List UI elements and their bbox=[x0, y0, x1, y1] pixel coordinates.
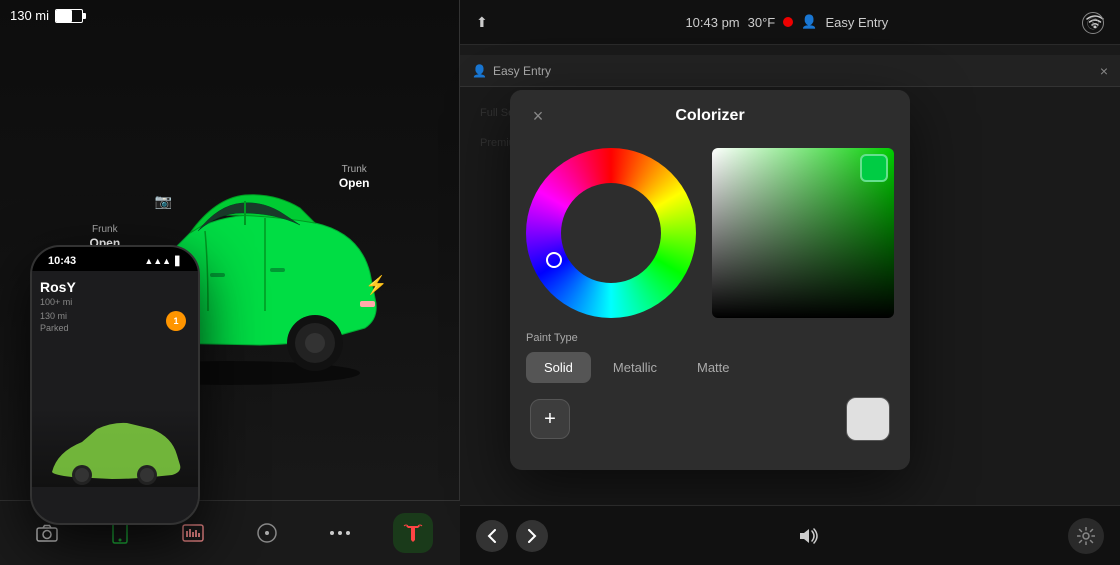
paint-type-section: Paint Type Solid Metallic Matte bbox=[526, 332, 894, 383]
back-button[interactable] bbox=[476, 520, 508, 552]
volume-control[interactable] bbox=[796, 526, 820, 546]
right-bottom-bar bbox=[460, 505, 1120, 565]
easy-entry-banner: 👤 Easy Entry × bbox=[460, 55, 1120, 87]
taskbar-tesla[interactable] bbox=[393, 513, 433, 553]
mileage-text: 130 mi bbox=[10, 8, 49, 23]
white-color-swatch[interactable] bbox=[846, 397, 890, 441]
color-pickers-row bbox=[526, 148, 894, 318]
colorizer-dialog: × Colorizer bbox=[510, 90, 910, 470]
trunk-text-line1: Trunk bbox=[339, 163, 370, 176]
easy-entry-close[interactable]: × bbox=[1100, 63, 1108, 79]
dialog-bottom-row: + bbox=[526, 397, 894, 441]
easy-entry-text: 👤 Easy Entry bbox=[472, 64, 551, 78]
forward-button[interactable] bbox=[516, 520, 548, 552]
music-icon bbox=[182, 523, 204, 543]
paint-btn-solid[interactable]: Solid bbox=[526, 352, 591, 383]
dialog-body: Paint Type Solid Metallic Matte + bbox=[510, 138, 910, 457]
temp-text: 30°F bbox=[748, 15, 776, 30]
nav-arrows bbox=[476, 520, 548, 552]
left-panel: 130 mi bbox=[0, 0, 460, 565]
dialog-title: Colorizer bbox=[550, 107, 870, 125]
frunk-text-line1: Frunk bbox=[90, 223, 121, 236]
trunk-label[interactable]: Trunk Open bbox=[339, 163, 370, 192]
upload-icon: ⬆ bbox=[476, 14, 488, 31]
saturation-picker[interactable] bbox=[712, 148, 894, 318]
phone-time: 10:43 bbox=[48, 255, 76, 267]
paint-type-label: Paint Type bbox=[526, 332, 894, 344]
taskbar-more[interactable] bbox=[320, 513, 360, 553]
color-wheel-inner bbox=[561, 183, 661, 283]
nav-icon bbox=[257, 523, 277, 543]
status-left: ⬆ bbox=[476, 14, 488, 31]
right-panel: ⬆ 10:43 pm 30°F 👤 Easy Entry ⓘ 👤 bbox=[460, 0, 1120, 565]
camera-icon bbox=[36, 524, 58, 542]
tesla-icon bbox=[402, 522, 424, 544]
dialog-close-button[interactable]: × bbox=[526, 104, 550, 128]
back-arrow bbox=[487, 529, 497, 543]
battery-icon bbox=[55, 9, 83, 23]
gear-icon bbox=[1077, 527, 1095, 545]
color-wheel-container[interactable] bbox=[526, 148, 696, 318]
more-icon bbox=[330, 530, 350, 536]
phone-car-thumbnail bbox=[32, 407, 198, 487]
status-bar-right: ⬆ 10:43 pm 30°F 👤 Easy Entry ⓘ bbox=[460, 0, 1120, 45]
person-icon: 👤 bbox=[801, 14, 817, 30]
wheel-selector bbox=[546, 252, 562, 268]
easy-entry-label: Easy Entry bbox=[493, 64, 551, 78]
notif-count: 1 bbox=[173, 316, 178, 326]
phone-content: RosY 100+ mi 130 mi Parked 1 bbox=[32, 271, 198, 517]
notification-badge: 1 bbox=[166, 311, 186, 331]
battery-fill bbox=[56, 10, 72, 22]
phone-signal-icon: ▲▲▲ bbox=[144, 256, 171, 266]
phone-app-name: RosY bbox=[40, 279, 190, 295]
person-icon-small: 👤 bbox=[472, 64, 487, 78]
svg-text:⚡: ⚡ bbox=[365, 274, 387, 296]
right-bottom-icons bbox=[1068, 518, 1104, 554]
phone-subtitle: 100+ mi bbox=[40, 297, 190, 307]
status-center: 10:43 pm 30°F 👤 Easy Entry bbox=[685, 14, 888, 30]
selected-color-swatch bbox=[860, 154, 888, 182]
phone-status-bar: 10:43 ▲▲▲ ▋ bbox=[32, 247, 198, 271]
paint-type-buttons: Solid Metallic Matte bbox=[526, 352, 894, 383]
volume-icon bbox=[796, 526, 820, 546]
dialog-header: × Colorizer bbox=[510, 90, 910, 138]
phone-overlay: 10:43 ▲▲▲ ▋ RosY 100+ mi 130 mi Parked 1 bbox=[30, 245, 200, 525]
info-button[interactable]: ⓘ bbox=[1082, 12, 1104, 34]
settings-button[interactable] bbox=[1068, 518, 1104, 554]
mode-text: Easy Entry bbox=[825, 15, 888, 30]
phone-battery-icon: ▋ bbox=[175, 256, 182, 267]
status-bar-left: 130 mi bbox=[10, 8, 449, 23]
phone-status-icons: ▲▲▲ ▋ bbox=[144, 256, 182, 267]
forward-arrow bbox=[527, 529, 537, 543]
trunk-text-line2: Open bbox=[339, 176, 370, 192]
color-wheel[interactable] bbox=[526, 148, 696, 318]
camera-icon[interactable]: 📷 bbox=[155, 193, 175, 209]
recording-dot bbox=[783, 17, 793, 27]
phone-icon bbox=[112, 522, 128, 544]
paint-btn-matte[interactable]: Matte bbox=[679, 352, 748, 383]
time-text: 10:43 pm bbox=[685, 15, 739, 30]
phone-car-svg bbox=[32, 407, 192, 487]
taskbar-nav[interactable] bbox=[247, 513, 287, 553]
paint-btn-metallic[interactable]: Metallic bbox=[595, 352, 675, 383]
phone-mileage: 130 mi bbox=[40, 311, 67, 321]
add-color-button[interactable]: + bbox=[530, 399, 570, 439]
